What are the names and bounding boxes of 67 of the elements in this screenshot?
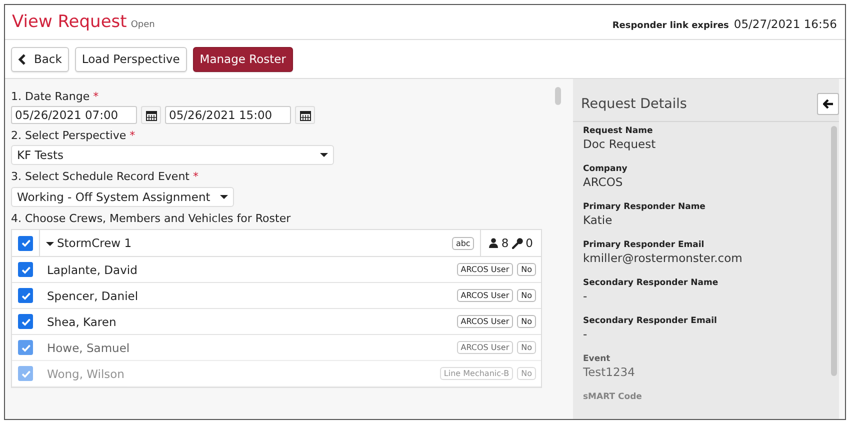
section-label: 4. Choose Crews, Members and Vehicles for Roster [11, 212, 292, 225]
checkbox[interactable] [18, 288, 33, 303]
calendar-icon [146, 110, 156, 120]
checkbox[interactable] [18, 314, 33, 329]
expiry-value: 05/27/2021 16:56 [734, 16, 837, 30]
scrollbar-thumb[interactable] [831, 126, 837, 376]
role-tag: ARCOS User [456, 289, 514, 302]
status-label: Open [130, 20, 155, 30]
flag-tag: No [517, 263, 536, 276]
detail-label: Request Name [583, 126, 654, 136]
detail-label: sMART Code [583, 392, 643, 402]
checkbox[interactable] [18, 236, 33, 250]
flag-tag: No [517, 367, 536, 380]
role-tag: ARCOS User [456, 315, 514, 328]
role-tag: ARCOS User [456, 341, 514, 354]
calendar-icon [300, 110, 310, 120]
field-label: 2. Select Perspective * [11, 129, 136, 142]
role-tag: Line Mechanic-B [440, 367, 514, 380]
event-dropdown[interactable]: Working - Off System Assignment [11, 187, 234, 207]
checkbox[interactable] [18, 340, 33, 355]
field-label: 3. Select Schedule Record Event * [11, 170, 200, 183]
detail-value: Doc Request [583, 137, 657, 151]
end-date-field[interactable]: 05/26/2021 15:00 [165, 106, 291, 124]
load-perspective-button[interactable]: Load Perspective [74, 46, 187, 72]
detail-label: Primary Responder Name [583, 202, 706, 212]
member-count: 8 [501, 236, 509, 250]
member-name: Shea, Karen [47, 314, 118, 328]
calendar-button[interactable] [295, 106, 315, 124]
role-tag: ARCOS User [456, 263, 514, 276]
start-date-field[interactable]: 05/26/2021 07:00 [11, 106, 137, 124]
detail-label: Secondary Responder Name [583, 278, 720, 288]
manage-roster-button[interactable]: Manage Roster [192, 46, 293, 72]
flag-tag: No [517, 289, 536, 302]
expiry-label: Responder link expires [612, 20, 729, 30]
check-icon [20, 237, 32, 249]
panel-title: Request Details [581, 96, 687, 112]
crew-toggle[interactable]: StormCrew 1 [46, 236, 132, 250]
back-button[interactable]: Back [11, 46, 69, 72]
scrollbar-thumb[interactable] [555, 87, 561, 105]
detail-value: - [583, 327, 588, 341]
detail-value: Test1234 [583, 365, 636, 379]
member-name: Spencer, Daniel [47, 288, 140, 302]
detail-label: Event [583, 354, 612, 364]
member-name: Wong, Wilson [47, 366, 126, 380]
detail-value: Katie [583, 213, 614, 227]
calendar-button[interactable] [141, 106, 161, 124]
collapse-button[interactable] [817, 93, 839, 115]
detail-value: - [583, 289, 588, 303]
flag-tag: No [517, 341, 536, 354]
detail-label: Primary Responder Email [583, 240, 706, 250]
detail-label: Secondary Responder Email [583, 316, 718, 326]
person-icon [489, 238, 498, 248]
flag-tag: No [517, 315, 536, 328]
vehicle-count: 0 [526, 236, 533, 250]
detail-label: Company [583, 164, 628, 174]
member-name: Howe, Samuel [47, 340, 131, 354]
page-title: View Request [12, 12, 127, 32]
detail-value: kmiller@rostermonster.com [583, 251, 744, 265]
field-label: 1. Date Range * [11, 90, 100, 103]
member-name: Laplante, David [47, 262, 138, 276]
chevron-left-icon [18, 54, 26, 64]
crew-tag: abc [452, 236, 474, 250]
detail-value: ARCOS [583, 175, 624, 189]
perspective-dropdown[interactable]: KF Tests [11, 145, 334, 165]
checkbox[interactable] [18, 262, 33, 277]
checkbox[interactable] [18, 366, 33, 381]
arrow-left-icon [822, 99, 834, 109]
